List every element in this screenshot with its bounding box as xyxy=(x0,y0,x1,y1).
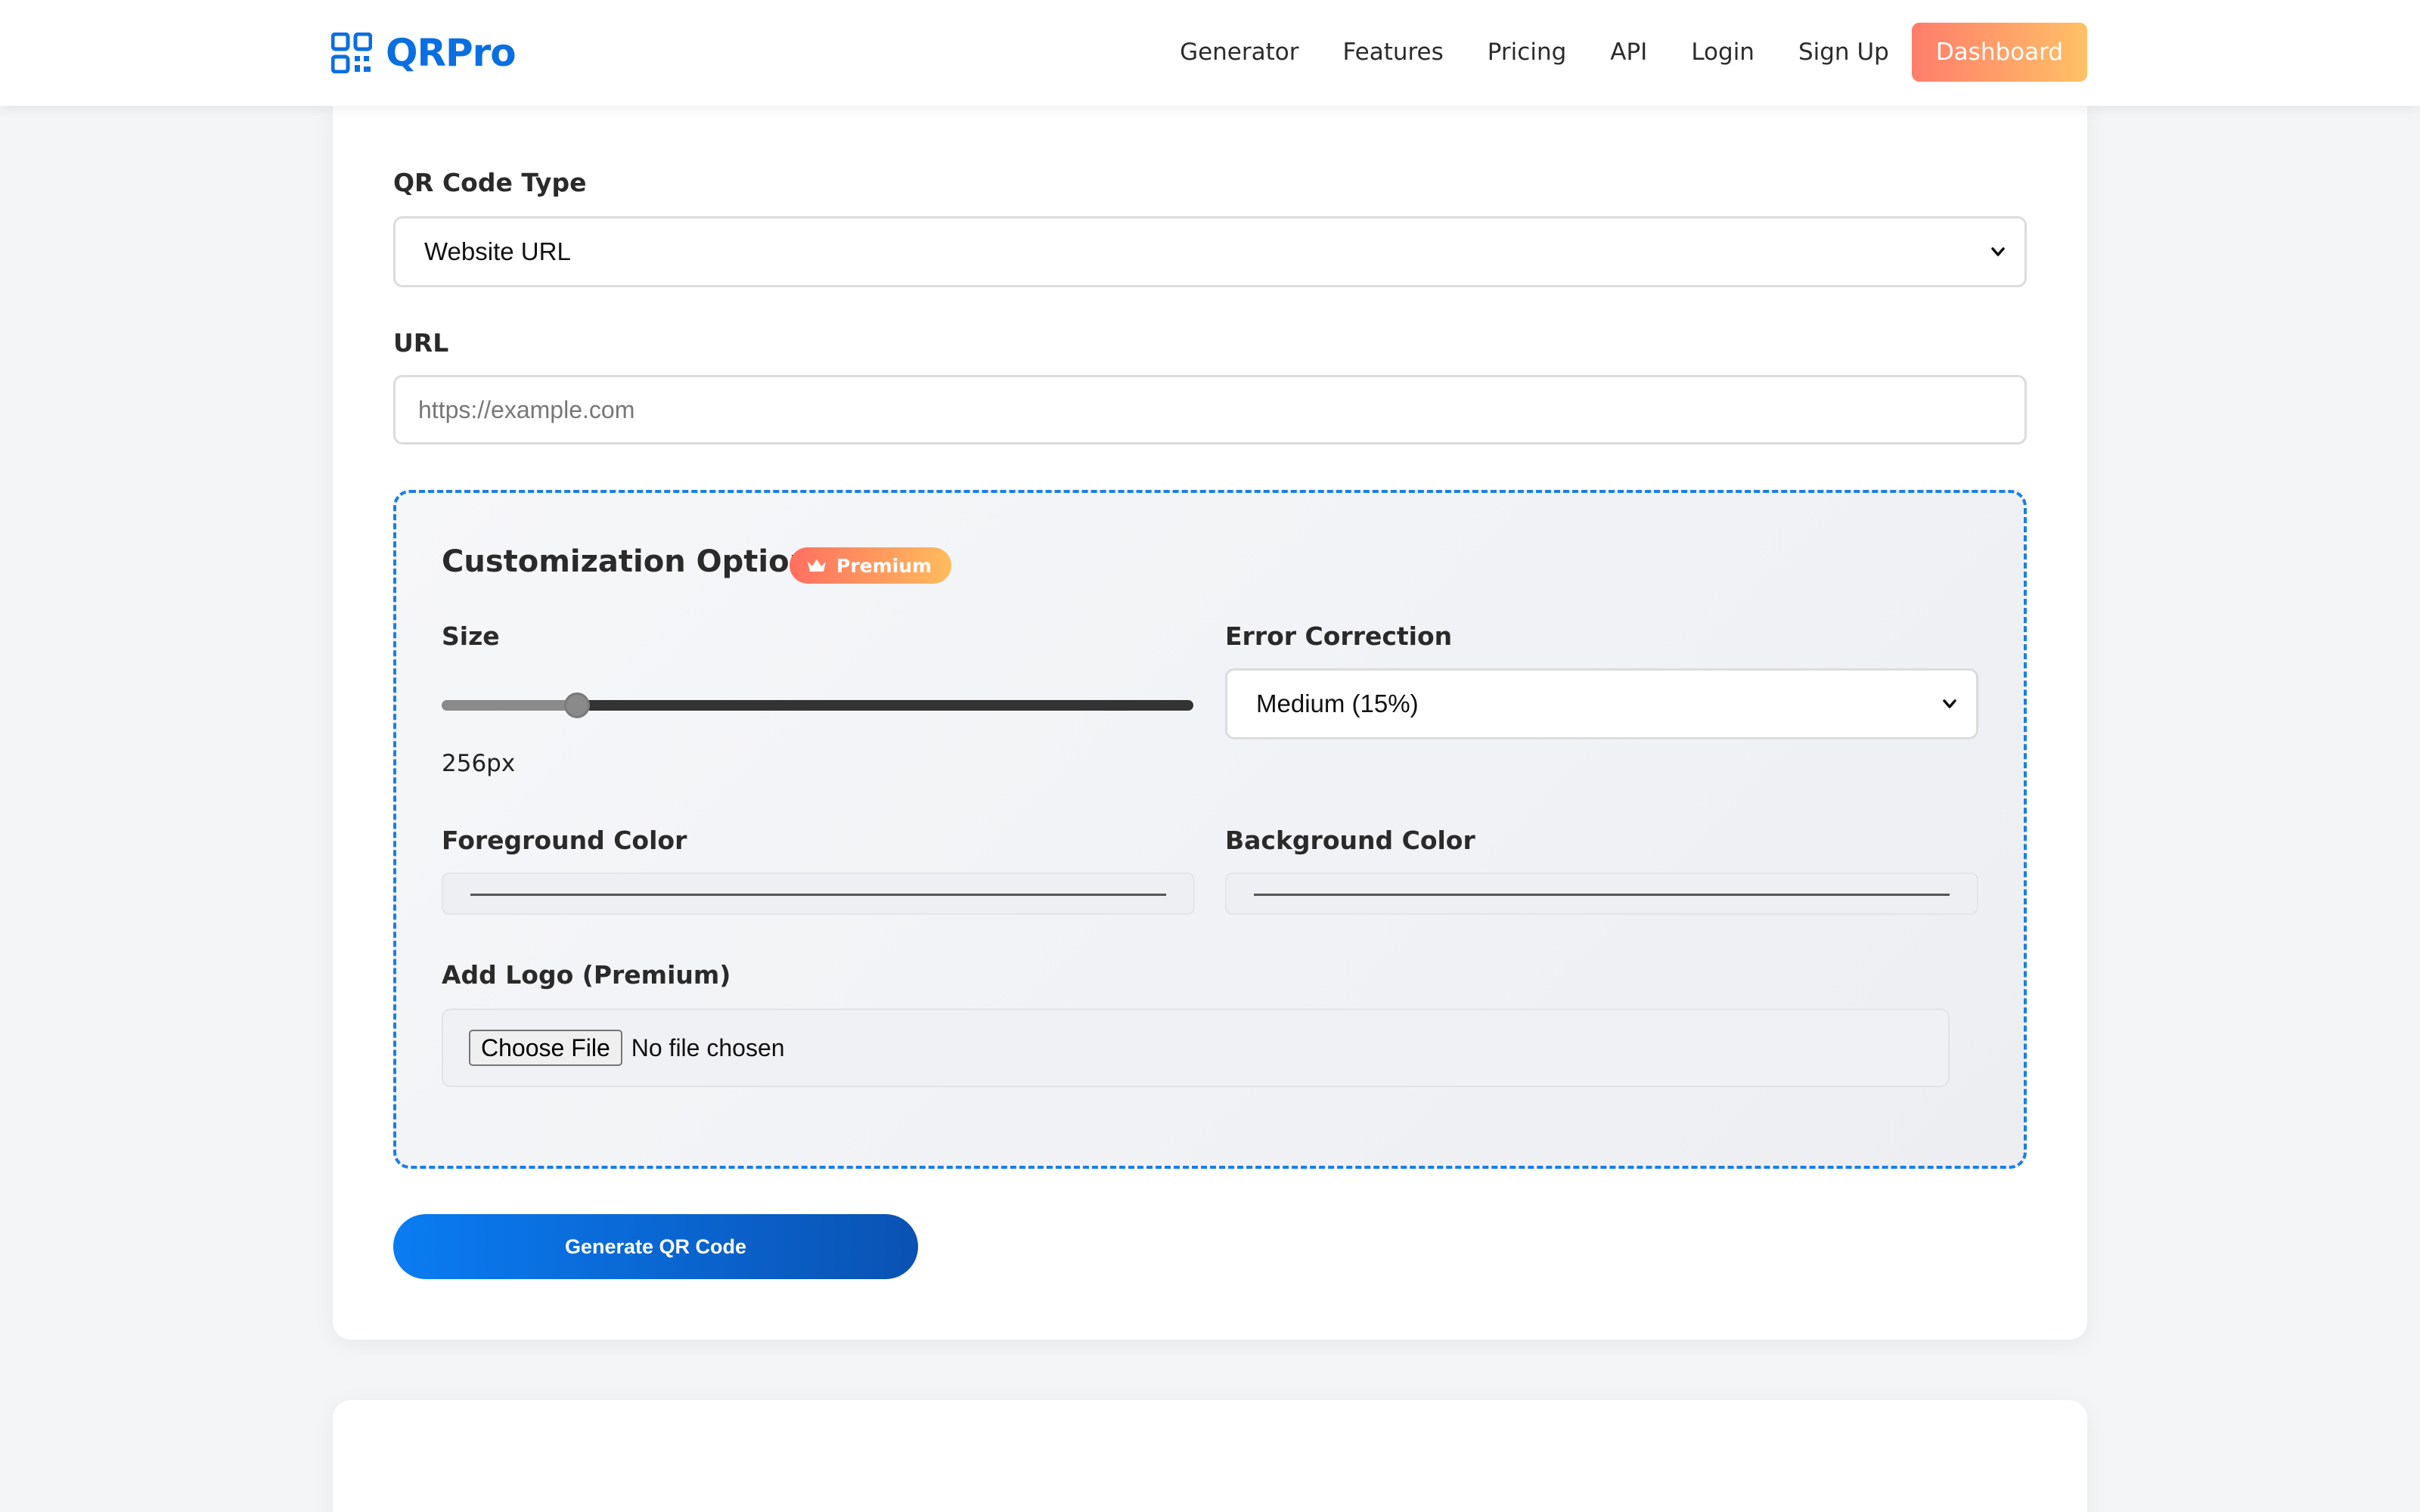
result-card xyxy=(333,1400,2087,1512)
premium-badge: Premium xyxy=(790,547,952,584)
size-value: 256px xyxy=(442,750,516,777)
slider-thumb[interactable] xyxy=(564,692,590,718)
add-logo-label: Add Logo (Premium) xyxy=(442,960,731,990)
foreground-color-picker[interactable] xyxy=(442,872,1195,915)
crown-icon xyxy=(808,559,826,572)
premium-badge-label: Premium xyxy=(836,554,932,577)
file-status: No file chosen xyxy=(631,1033,785,1061)
slider-track-filled xyxy=(442,700,577,711)
choose-file-button[interactable]: Choose File xyxy=(469,1030,622,1066)
qr-type-select[interactable]: Website URL xyxy=(393,216,2027,287)
qr-code-icon xyxy=(331,33,372,73)
top-navbar: QRPro Generator Features Pricing API Log… xyxy=(0,0,2420,106)
chevron-down-icon xyxy=(1991,247,2005,256)
customization-title: Customization Options xyxy=(442,544,829,579)
logo-file-input[interactable]: Choose File No file chosen xyxy=(442,1009,1950,1087)
foreground-color-label: Foreground Color xyxy=(442,826,687,855)
nav-link-features[interactable]: Features xyxy=(1342,39,1443,66)
nav-link-generator[interactable]: Generator xyxy=(1180,39,1298,66)
url-input[interactable]: https://example.com xyxy=(393,375,2027,445)
error-correction-value: Medium (15%) xyxy=(1256,689,1419,717)
nav-link-pricing[interactable]: Pricing xyxy=(1488,39,1567,66)
slider-track xyxy=(577,700,1193,711)
background-color-swatch xyxy=(1254,894,1950,896)
error-correction-label: Error Correction xyxy=(1225,621,1453,651)
brand-logo[interactable]: QRPro xyxy=(331,30,517,76)
qr-type-label: QR Code Type xyxy=(393,168,587,197)
url-label: URL xyxy=(393,328,449,358)
brand-name: QRPro xyxy=(386,31,517,75)
generate-qr-button[interactable]: Generate QR Code xyxy=(393,1214,918,1279)
background-color-picker[interactable] xyxy=(1225,872,1978,915)
dashboard-button[interactable]: Dashboard xyxy=(1911,23,2087,82)
nav-link-login[interactable]: Login xyxy=(1691,39,1754,66)
qr-type-value: Website URL xyxy=(424,237,571,265)
nav-link-signup[interactable]: Sign Up xyxy=(1798,39,1889,66)
error-correction-select[interactable]: Medium (15%) xyxy=(1225,668,1978,739)
size-slider[interactable] xyxy=(442,689,1193,720)
url-placeholder: https://example.com xyxy=(418,395,635,423)
foreground-color-swatch xyxy=(470,894,1166,896)
size-label: Size xyxy=(442,621,500,651)
customization-panel: Customization Options Premium Size 256px… xyxy=(393,490,2027,1169)
nav-links: Generator Features Pricing API Login Sig… xyxy=(1180,23,2087,82)
nav-link-api[interactable]: API xyxy=(1610,39,1647,66)
chevron-down-icon xyxy=(1943,699,1956,708)
background-color-label: Background Color xyxy=(1225,826,1475,855)
